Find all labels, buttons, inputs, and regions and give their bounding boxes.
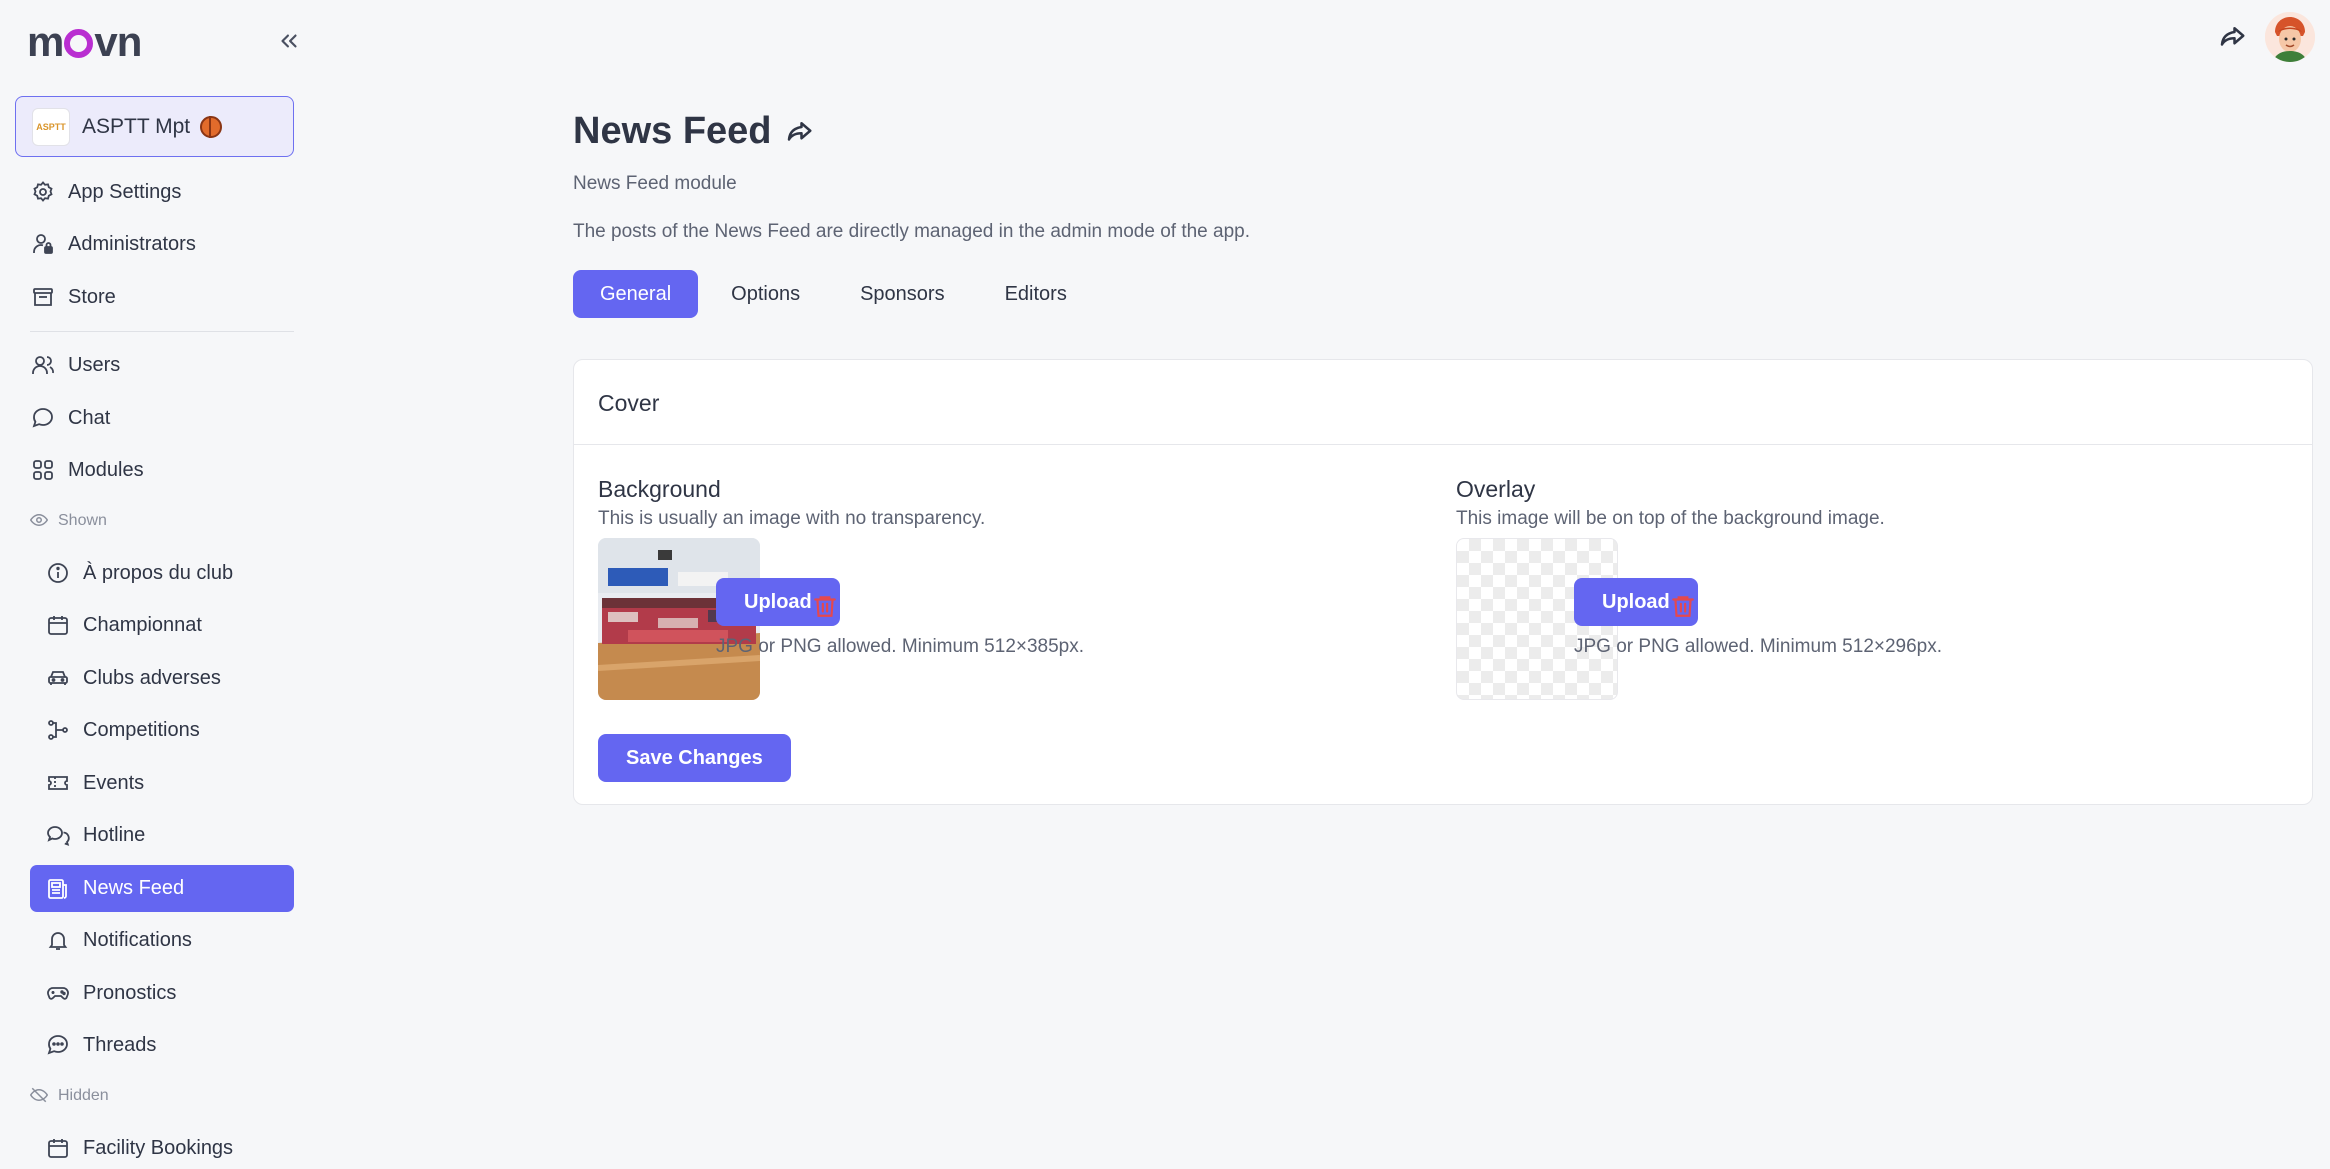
sidebar-item-label: Clubs adverses [83, 666, 221, 689]
tab-editors[interactable]: Editors [978, 270, 1094, 318]
sidebar-item-competitions[interactable]: Competitions [45, 707, 200, 753]
user-lock-icon [30, 231, 56, 257]
sidebar-item-threads[interactable]: Threads [45, 1022, 156, 1068]
basketball-icon [200, 115, 223, 138]
background-delete-icon[interactable] [812, 592, 838, 620]
sidebar: m vn ASPTT ASPTT Mpt App Settings Adminis… [0, 0, 310, 1169]
org-name: ASPTT Mpt [82, 114, 191, 138]
sidebar-item-news-feed[interactable]: News Feed [30, 865, 294, 912]
message-dots-icon [45, 1032, 71, 1058]
sidebar-item-store[interactable]: Store [30, 274, 116, 320]
sidebar-item-a-propos[interactable]: À propos du club [45, 550, 233, 596]
tab-general[interactable]: General [573, 270, 699, 318]
info-icon [45, 560, 71, 586]
tab-options[interactable]: Options [704, 270, 827, 318]
overlay-delete-icon[interactable] [1670, 592, 1696, 620]
page-title-text: News Feed [573, 110, 772, 152]
overlay-file-rule: JPG or PNG allowed. Minimum 512×296px. [1574, 636, 1943, 657]
user-avatar[interactable] [2265, 12, 2315, 62]
card-title: Cover [598, 390, 660, 416]
section-label: Hidden [58, 1087, 109, 1104]
users-icon [30, 352, 56, 378]
chat-bubble-icon [30, 405, 56, 431]
sidebar-item-label: Store [68, 285, 116, 308]
bracket-icon [45, 717, 71, 743]
bell-icon [45, 927, 71, 953]
sidebar-item-app-settings[interactable]: App Settings [30, 169, 181, 215]
sidebar-item-pronostics[interactable]: Pronostics [45, 970, 176, 1016]
share-icon[interactable] [2217, 22, 2247, 52]
sidebar-item-label: Pronostics [83, 981, 177, 1004]
sidebar-item-chat[interactable]: Chat [30, 395, 110, 441]
share-module-icon[interactable] [784, 117, 814, 147]
gear-icon [30, 179, 56, 205]
sidebar-item-events[interactable]: Events [45, 760, 144, 806]
background-title: Background [598, 476, 721, 502]
sidebar-item-users[interactable]: Users [30, 342, 120, 388]
sidebar-item-label: App Settings [68, 180, 182, 203]
sidebar-item-label: News Feed [83, 877, 185, 899]
sidebar-item-championnat[interactable]: Championnat [45, 602, 202, 648]
page-description: The posts of the News Feed are directly … [573, 221, 1250, 242]
sidebar-item-label: Events [83, 771, 145, 794]
background-hint: This is usually an image with no transpa… [598, 508, 986, 529]
section-label: Shown [58, 512, 107, 529]
sidebar-item-facility-bookings[interactable]: Facility Bookings [45, 1125, 233, 1169]
car-icon [45, 665, 71, 691]
sidebar-item-label: Facility Bookings [83, 1136, 234, 1159]
sidebar-item-modules[interactable]: Modules [30, 447, 144, 493]
section-hidden: Hidden [29, 1086, 109, 1106]
chats-icon [45, 822, 71, 848]
sidebar-item-administrators[interactable]: Administrators [30, 221, 196, 267]
tab-sponsors[interactable]: Sponsors [833, 270, 972, 318]
card-divider [574, 444, 2312, 445]
collapse-sidebar-icon[interactable] [276, 28, 302, 54]
sidebar-divider [30, 331, 294, 332]
cover-card: Cover Background This is usually an imag… [573, 359, 2313, 805]
grid-icon [30, 457, 56, 483]
overlay-hint: This image will be on top of the backgro… [1456, 508, 1885, 529]
sidebar-item-label: Competitions [83, 718, 200, 741]
eye-icon [29, 511, 50, 531]
store-icon [30, 284, 56, 310]
tab-bar: General Options Sponsors Editors [573, 270, 1100, 318]
calendar-icon [45, 612, 71, 638]
section-shown: Shown [29, 511, 107, 531]
sidebar-item-label: À propos du club [83, 561, 234, 584]
sidebar-item-label: Threads [83, 1033, 157, 1056]
background-file-rule: JPG or PNG allowed. Minimum 512×385px. [716, 636, 1085, 657]
newspaper-icon [45, 876, 71, 902]
sidebar-item-label: Users [68, 353, 121, 376]
org-logo: ASPTT [32, 107, 70, 146]
sidebar-item-notifications[interactable]: Notifications [45, 917, 192, 963]
eye-off-icon [29, 1086, 50, 1106]
sidebar-item-label: Notifications [83, 928, 192, 951]
sidebar-item-hotline[interactable]: Hotline [45, 812, 145, 858]
page-subtitle: News Feed module [573, 173, 737, 194]
sidebar-item-label: Chat [68, 406, 111, 429]
organization-switcher[interactable]: ASPTT ASPTT Mpt [15, 96, 294, 157]
overlay-title: Overlay [1456, 476, 1536, 502]
page-title: News Feed [573, 110, 814, 153]
sidebar-item-label: Championnat [83, 613, 202, 636]
calendar-icon [45, 1135, 71, 1161]
gamepad-icon [45, 980, 71, 1006]
save-changes-button[interactable]: Save Changes [598, 734, 791, 782]
sidebar-item-label: Modules [68, 458, 144, 481]
sidebar-item-clubs-adverses[interactable]: Clubs adverses [45, 655, 221, 701]
sidebar-item-label: Hotline [83, 823, 146, 846]
sidebar-item-label: Administrators [68, 232, 196, 255]
app-logo[interactable]: m vn [27, 18, 142, 66]
ticket-icon [45, 770, 71, 796]
